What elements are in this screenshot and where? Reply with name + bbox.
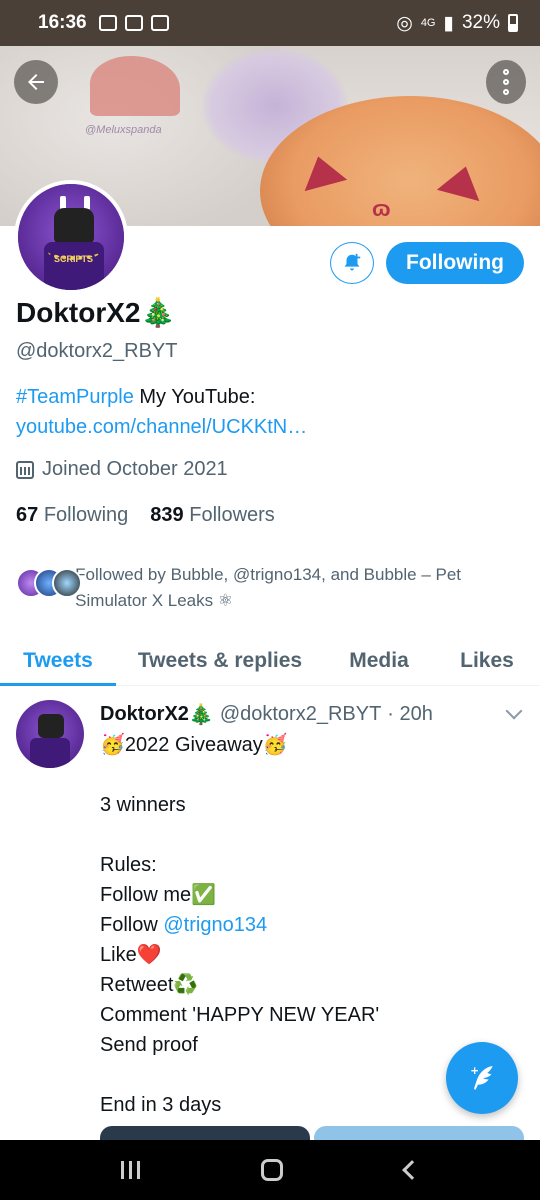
- tab-tweets-replies[interactable]: Tweets & replies: [116, 636, 324, 685]
- display-name: DoktorX2🎄: [16, 297, 176, 328]
- hotspot-icon: ◎: [396, 12, 413, 34]
- mutual-avatars: [16, 568, 82, 604]
- compose-tweet-button[interactable]: [446, 1042, 518, 1114]
- status-bar: 16:36 ◎ 4G ▮ 32%: [0, 0, 540, 46]
- signal-icon: ▮: [443, 12, 454, 34]
- arrow-left-icon: [28, 74, 44, 90]
- profile-avatar[interactable]: SCRIPTS: [14, 180, 128, 294]
- network-label: 4G: [420, 17, 436, 29]
- banner-signature: @Meluxspanda: [85, 124, 162, 136]
- back-button[interactable]: [14, 60, 58, 104]
- profile-tabs: Tweets Tweets & replies Media Likes: [0, 636, 540, 686]
- gallery-icon: [98, 15, 117, 31]
- followed-by[interactable]: Followed by Bubble, @trigno134, and Bubb…: [16, 562, 526, 614]
- back-nav-button[interactable]: [402, 1160, 423, 1180]
- joined-date: Joined October 2021: [16, 458, 228, 481]
- tweet-mention[interactable]: @trigno134: [163, 914, 267, 936]
- tweet-media[interactable]: [100, 1126, 524, 1140]
- followers-stat[interactable]: 839 Followers: [150, 504, 275, 527]
- chevron-down-icon[interactable]: [505, 702, 523, 719]
- discord-icon: [124, 15, 143, 31]
- profile-bio: #TeamPurple My YouTube: youtube.com/chan…: [16, 386, 308, 438]
- follow-stats: 67 Following 839 Followers: [16, 504, 275, 527]
- tweet-author-handle: @doktorx2_RBYT: [219, 703, 382, 725]
- tweet-time: · 20h: [387, 703, 433, 725]
- followed-by-text: Followed by Bubble, @trigno134, and Bubb…: [75, 565, 462, 610]
- feather-plus-icon: [471, 1066, 493, 1090]
- home-button[interactable]: [261, 1159, 284, 1181]
- battery-icon: [508, 14, 518, 32]
- tab-likes[interactable]: Likes: [434, 636, 540, 685]
- tweet-avatar[interactable]: [16, 700, 84, 768]
- notification-bell-button[interactable]: [330, 242, 374, 284]
- user-handle: @doktorx2_RBYT: [16, 340, 178, 362]
- tweet-author-name[interactable]: DoktorX2: [100, 703, 189, 726]
- battery-text: 32%: [461, 12, 500, 33]
- bio-link[interactable]: youtube.com/channel/UCKKtN…: [16, 416, 307, 438]
- system-nav-bar: [0, 1140, 540, 1200]
- status-right: ◎ 4G ▮ 32%: [396, 12, 518, 35]
- notification-icons: [98, 15, 169, 31]
- gmail-icon: [150, 15, 169, 31]
- bell-plus-icon: [344, 253, 361, 271]
- bio-hashtag[interactable]: #TeamPurple: [16, 386, 134, 408]
- tab-tweets[interactable]: Tweets: [0, 636, 116, 686]
- tab-media[interactable]: Media: [324, 636, 434, 685]
- status-time: 16:36: [38, 12, 87, 33]
- following-stat[interactable]: 67 Following: [16, 504, 128, 527]
- calendar-icon: [16, 460, 34, 479]
- tweet-header: DoktorX2 🎄 @doktorx2_RBYT · 20h: [100, 702, 523, 727]
- following-button[interactable]: Following: [386, 242, 524, 284]
- christmas-tree-emoji: 🎄: [140, 297, 176, 328]
- more-options-button[interactable]: [486, 60, 526, 104]
- recents-button[interactable]: [120, 1161, 140, 1179]
